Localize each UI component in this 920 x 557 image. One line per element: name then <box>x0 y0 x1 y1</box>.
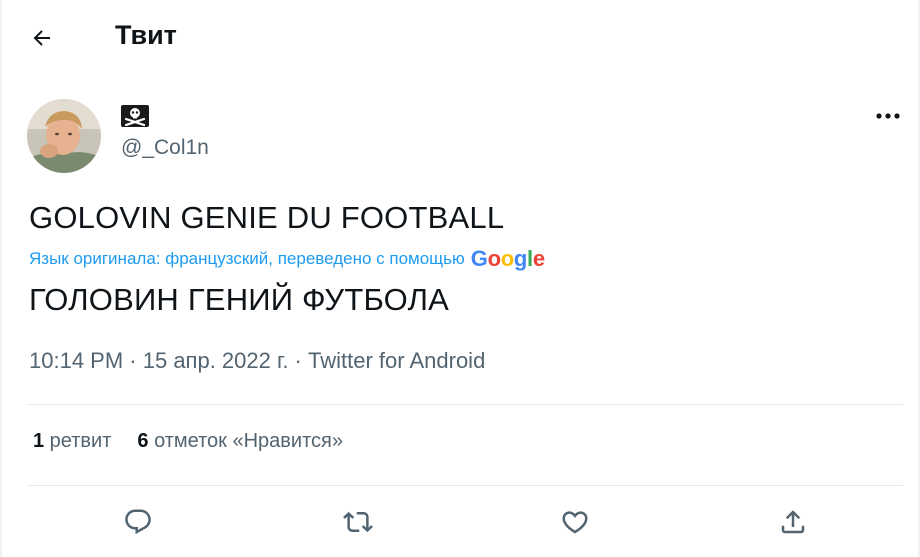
tweet-text: GOLOVIN GENIE DU FOOTBALL <box>29 200 505 235</box>
tweet-time[interactable]: 10:14 PM <box>29 348 123 373</box>
retweets-stat[interactable]: 1 ретвит <box>33 430 111 453</box>
more-options-button[interactable] <box>868 102 908 130</box>
meta-separator: · <box>123 348 143 373</box>
retweets-label: ретвит <box>44 430 112 452</box>
retweet-icon <box>343 511 373 533</box>
tweet-source[interactable]: Twitter for Android <box>308 348 485 373</box>
likes-stat[interactable]: 6 отметок «Нравится» <box>137 430 343 453</box>
tweet-stats: 1 ретвит 6 отметок «Нравится» <box>33 430 343 453</box>
page-title: Твит <box>115 20 177 50</box>
share-button[interactable] <box>771 500 815 544</box>
skull-crossbones-icon <box>121 105 149 127</box>
username[interactable]: @_Col1n <box>121 136 209 160</box>
left-border <box>0 0 2 557</box>
arrow-left-icon <box>33 30 50 46</box>
more-icon <box>876 113 900 119</box>
retweets-count: 1 <box>33 430 45 452</box>
translation-info: Язык оригинала: французский, переведено … <box>29 245 545 273</box>
display-name[interactable] <box>121 105 149 127</box>
likes-label: отметок «Нравится» <box>148 430 343 452</box>
translated-tweet-text: ГОЛОВИН ГЕНИЙ ФУТБОЛА <box>29 282 450 317</box>
tweet-date[interactable]: 15 апр. 2022 г. <box>143 348 289 373</box>
translation-note[interactable]: Язык оригинала: французский, переведено … <box>29 249 465 269</box>
tweet-meta: 10:14 PM · 15 апр. 2022 г. · Twitter for… <box>29 348 485 374</box>
divider <box>27 485 903 486</box>
like-button[interactable] <box>553 500 597 544</box>
reply-icon <box>125 509 151 535</box>
avatar[interactable] <box>27 99 101 173</box>
back-button[interactable] <box>22 18 62 58</box>
retweet-button[interactable] <box>336 500 380 544</box>
likes-count: 6 <box>137 430 149 452</box>
reply-button[interactable] <box>116 500 160 544</box>
header: Твит <box>0 0 920 76</box>
like-icon <box>562 511 588 534</box>
meta-separator: · <box>288 348 308 373</box>
share-icon <box>781 510 805 534</box>
divider <box>27 404 903 405</box>
google-logo: Google <box>470 246 545 271</box>
